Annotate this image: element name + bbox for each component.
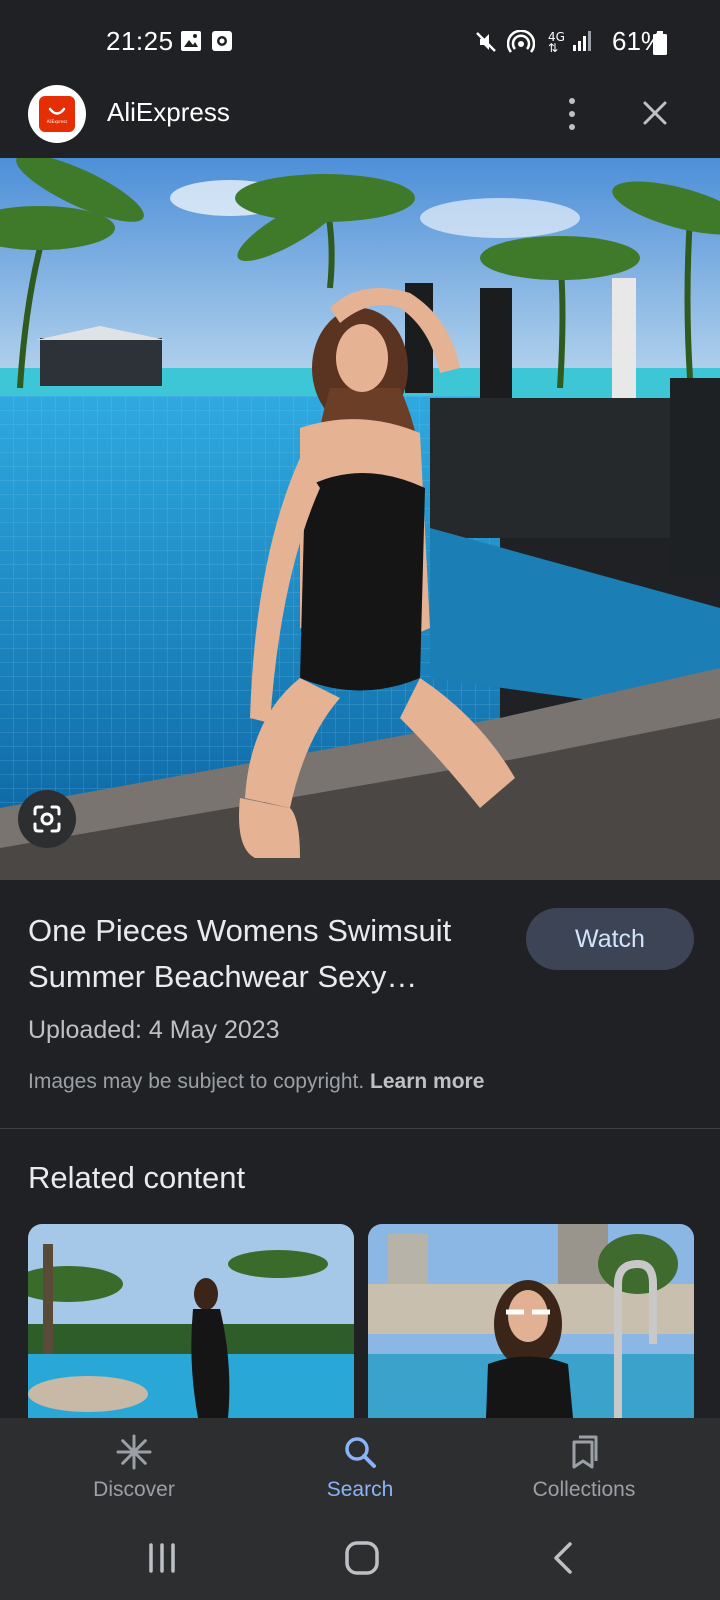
more-dot <box>569 111 575 117</box>
system-navigation-bar <box>0 1524 720 1600</box>
status-time: 21:25 <box>106 26 174 56</box>
related-image <box>28 1224 354 1418</box>
hotspot-icon <box>506 29 536 59</box>
recent-apps-icon[interactable] <box>146 1542 178 1574</box>
more-options-button[interactable] <box>555 94 589 134</box>
related-content-heading: Related content <box>28 1160 246 1195</box>
related-image <box>368 1224 694 1418</box>
related-card[interactable] <box>368 1224 694 1418</box>
back-icon[interactable] <box>550 1540 578 1576</box>
screen-record-icon <box>211 30 233 57</box>
learn-more-link[interactable]: Learn more <box>370 1070 484 1093</box>
network-4g-icon: 4G ⇅ <box>548 30 565 55</box>
signal-icon <box>572 30 594 57</box>
result-image-illustration <box>0 158 720 880</box>
bottom-navigation: Discover Search Collections <box>0 1418 720 1524</box>
nav-label: Collections <box>532 1478 636 1501</box>
nav-label: Discover <box>93 1478 175 1501</box>
copyright-text: Images may be subject to copyright. <box>28 1070 365 1093</box>
svg-text:AliExpress: AliExpress <box>47 119 68 124</box>
battery-icon <box>653 31 667 60</box>
close-button[interactable] <box>638 96 672 130</box>
nav-discover[interactable]: Discover <box>34 1418 234 1524</box>
lens-icon <box>33 805 61 833</box>
home-icon[interactable] <box>344 1540 380 1576</box>
source-site-name[interactable]: AliExpress <box>107 97 230 128</box>
nav-search[interactable]: Search <box>260 1418 460 1524</box>
section-divider <box>0 1128 720 1129</box>
related-card[interactable] <box>28 1224 354 1418</box>
watch-button[interactable]: Watch <box>526 908 694 970</box>
copyright-notice: Images may be subject to copyright. Lear… <box>28 1070 484 1094</box>
upload-date: Uploaded: 4 May 2023 <box>28 1016 280 1044</box>
result-image[interactable] <box>0 158 720 880</box>
nav-label: Search <box>326 1478 394 1501</box>
asterisk-icon <box>116 1434 152 1470</box>
more-dot <box>569 98 575 104</box>
more-dot <box>569 124 575 130</box>
result-title[interactable]: One Pieces Womens Swimsuit Summer Beachw… <box>28 908 508 1000</box>
bookmarks-icon <box>572 1435 598 1469</box>
viewer-header: AliExpress AliExpress <box>0 80 720 158</box>
aliexpress-logo[interactable]: AliExpress <box>28 85 86 143</box>
status-bar: 21:25 4G ⇅ 61% <box>0 0 720 88</box>
aliexpress-logo-badge: AliExpress <box>39 96 75 132</box>
close-icon <box>643 101 667 125</box>
mute-icon <box>474 30 498 59</box>
lens-search-button[interactable] <box>18 790 76 848</box>
nav-collections[interactable]: Collections <box>484 1418 684 1524</box>
search-icon <box>345 1437 376 1468</box>
gallery-notification-icon <box>180 30 202 57</box>
